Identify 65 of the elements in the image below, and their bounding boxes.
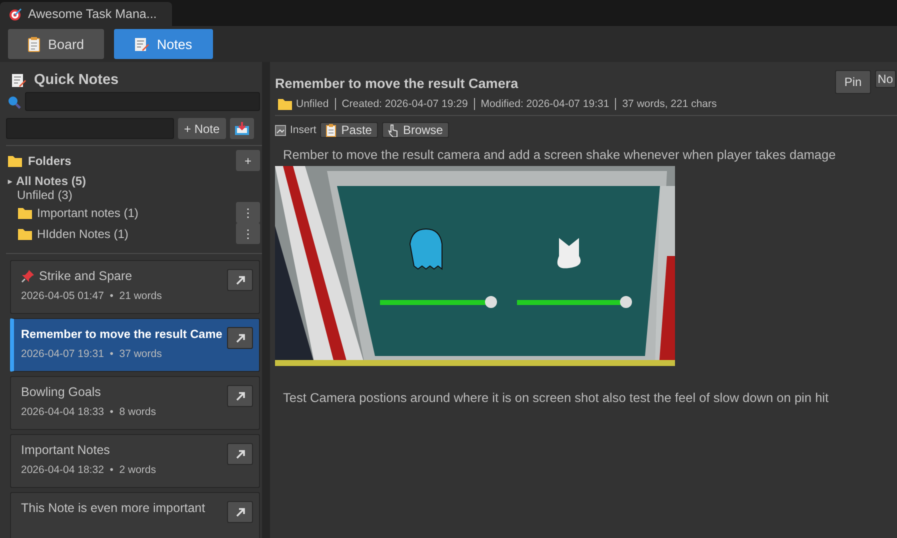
note-title: This Note is even more important [21, 501, 206, 515]
download-icon [234, 122, 249, 135]
stats-info: 37 words, 221 chars [615, 98, 723, 110]
search-icon [7, 94, 21, 108]
created-info: Created: 2026-04-07 19:29 [334, 98, 474, 110]
arrow-icon [234, 332, 246, 344]
image-icon [275, 124, 286, 136]
folder-icon [18, 206, 32, 218]
folder-menu-button[interactable]: ⋮ [236, 202, 260, 223]
open-note-button[interactable] [227, 327, 253, 349]
pin-button[interactable]: Pin [835, 70, 871, 94]
target-icon [9, 8, 22, 20]
note-card[interactable]: Bowling Goals 2026-04-04 18:33 • 8 words [10, 376, 260, 430]
arrow-icon [234, 274, 246, 286]
nav-tab[interactable]: Notes [114, 29, 213, 59]
cut-off-button[interactable]: No [874, 70, 896, 88]
arrow-icon [234, 390, 246, 402]
open-note-button[interactable] [227, 385, 253, 407]
note-paragraph: Test Camera postions around where it is on screen shot also test the feel of slow down on pin hit [282, 390, 830, 405]
folder-icon [278, 98, 292, 110]
note-title: Bowling Goals [21, 385, 101, 399]
folder-label: Unfiled [296, 98, 329, 110]
memo-icon [134, 37, 149, 51]
nav-tab[interactable]: Board [8, 29, 104, 59]
note-heading: Remember to move the result Camera [275, 75, 520, 91]
insert-label: Insert [290, 124, 316, 136]
open-note-button[interactable] [227, 443, 253, 465]
note-title: Important Notes [21, 443, 110, 457]
arrow-icon [234, 506, 246, 518]
modified-info: Modified: 2026-04-07 19:31 [474, 98, 616, 110]
folders-heading: Folders [28, 154, 72, 168]
window-tab[interactable]: Awesome Task Mana... [0, 2, 172, 26]
note-meta: 2026-04-04 18:33 • 8 words [21, 406, 158, 418]
note-title: Strike and Spare [39, 269, 132, 283]
import-button[interactable] [230, 118, 254, 139]
add-note-button[interactable]: + Note [178, 118, 226, 139]
open-note-button[interactable] [227, 269, 253, 291]
note-card[interactable]: Important Notes 2026-04-04 18:32 • 2 words [10, 434, 260, 488]
folder-item[interactable]: All Notes (5) [16, 174, 86, 188]
note-meta: 2026-04-07 19:31 • 37 words [21, 348, 163, 360]
folder-icon [8, 154, 22, 166]
pointing-hand-icon [388, 124, 398, 136]
folder-item[interactable]: Unfiled (3) [17, 188, 72, 202]
note-card[interactable]: This Note is even more important [10, 492, 260, 538]
arrow-icon [234, 448, 246, 460]
add-folder-button[interactable]: + [236, 150, 260, 171]
memo-icon [12, 73, 26, 87]
note-card[interactable]: Remember to move the result Came 2026-04-07 19:31 • 37 words [10, 318, 260, 372]
browse-button[interactable]: Browse [382, 122, 449, 138]
note-title: Remember to move the result Came [21, 327, 222, 341]
note-card[interactable]: Strike and Spare 2026-04-05 01:47 • 21 words [10, 260, 260, 314]
folder-item[interactable]: HIdden Notes (1) [37, 226, 231, 240]
clipboard-icon [326, 124, 336, 136]
expand-toggle[interactable]: ▸ [8, 176, 12, 186]
folder-menu-button[interactable]: ⋮ [236, 223, 260, 244]
folder-item[interactable]: Important notes (1) [37, 206, 231, 220]
folder-icon [18, 228, 32, 240]
panel-title: Quick Notes [34, 72, 119, 88]
note-meta: 2026-04-05 01:47 • 21 words [21, 290, 163, 302]
note-paragraph: Rember to move the result camera and add a screen shake whenever when player takes damage [282, 147, 837, 162]
note-meta: 2026-04-04 18:32 • 2 words [21, 464, 158, 476]
paste-button[interactable]: Paste [320, 122, 378, 138]
clipboard-icon [28, 36, 40, 52]
open-note-button[interactable] [227, 501, 253, 523]
window-title: Awesome Task Mana... [28, 7, 157, 21]
